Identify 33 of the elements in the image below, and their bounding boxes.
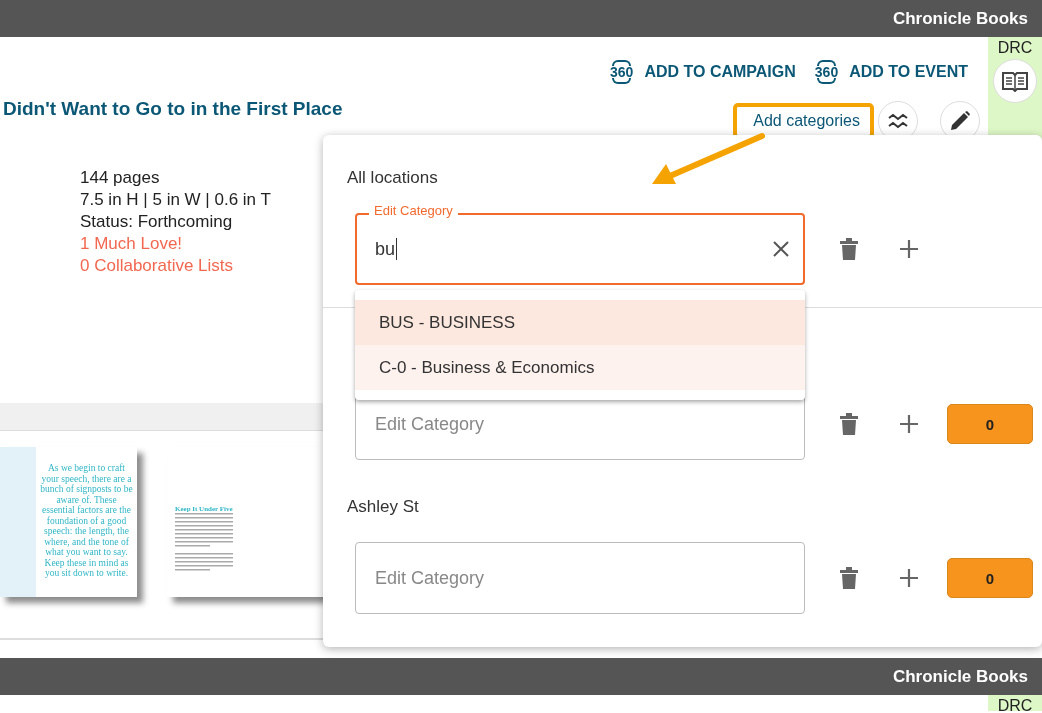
pencil-icon: [949, 110, 971, 132]
trash-icon[interactable]: [839, 412, 859, 436]
zigzag-icon: [888, 113, 908, 129]
book-icon: [1001, 70, 1029, 92]
count-button[interactable]: 0: [947, 404, 1033, 444]
add-to-button[interactable]: 360 ADD TO CAMPAIGN: [609, 60, 796, 84]
plus-icon[interactable]: [899, 414, 919, 434]
plus-icon[interactable]: [899, 568, 919, 588]
trash-icon[interactable]: [839, 566, 859, 590]
count-button[interactable]: 0: [947, 558, 1033, 598]
plus-icon[interactable]: [899, 239, 919, 259]
publisher-name: Chronicle Books: [892, 666, 1028, 687]
field-value: bu: [375, 238, 396, 260]
suggestion-option[interactable]: BUS - BUSINESS: [355, 300, 805, 345]
book-detail: 144 pages: [80, 167, 160, 189]
book-title[interactable]: Didn't Want to Go to in the First Place: [3, 98, 343, 120]
location-name: Ashley St: [347, 496, 419, 518]
location-name: All locations: [347, 167, 438, 189]
book-detail: Status: Forthcoming: [80, 211, 233, 233]
page-text: As we begin to craft your speech, there are a bunch of signposts to be aware of. These essential factors are the foundation of a good speech: the length, the where, and the tone of what you want to say. Keep these in mind as you sit down to write.: [39, 463, 134, 579]
side-tab-label: DRC: [997, 39, 1033, 57]
add-to-button[interactable]: 360 ADD TO EVENT: [813, 60, 968, 84]
category-field[interactable]: Edit Category bu: [355, 203, 805, 285]
publisher-name: Chronicle Books: [892, 8, 1028, 29]
category-field[interactable]: Edit Category: [355, 532, 805, 614]
read-button[interactable]: [993, 59, 1037, 103]
text-lines-drawing: [175, 513, 235, 571]
suggestion-option[interactable]: C-0 - Business & Economics: [355, 345, 805, 390]
close-icon[interactable]: [773, 241, 789, 257]
side-tab-label: DRC: [997, 697, 1033, 711]
field-label: Edit Category: [369, 203, 458, 219]
trash-icon[interactable]: [839, 237, 859, 261]
book-detail: 7.5 in H | 5 in W | 0.6 in T: [80, 189, 271, 211]
